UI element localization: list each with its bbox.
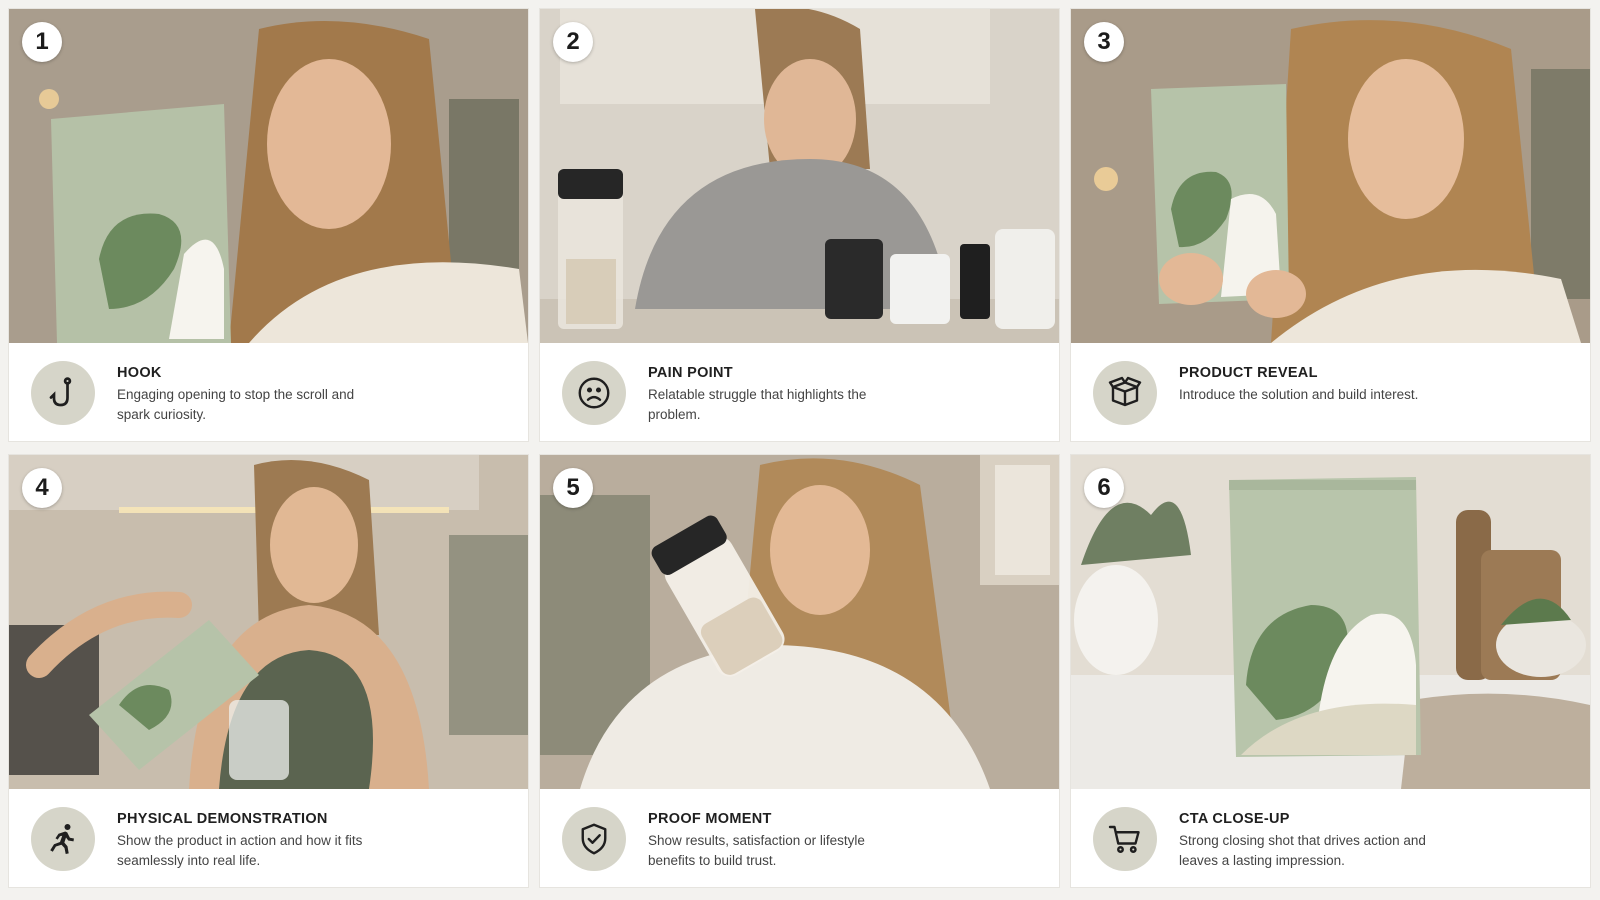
step-card-pain-point: 2 PAIN POINT Relatable struggle that hig…: [539, 8, 1060, 442]
step-card-proof-moment: 5 PROOF MOMENT Show results, satisfactio…: [539, 454, 1060, 888]
step-number-badge: 6: [1084, 468, 1124, 508]
step-card-cta-close-up: 6 CTA CLOSE-UP Strong closing shot that …: [1070, 454, 1591, 888]
step-caption: PRODUCT REVEAL Introduce the solution an…: [1071, 343, 1590, 441]
physical-demonstration-photo: 4: [9, 455, 528, 789]
running-person-icon: [31, 807, 95, 871]
step-title: PAIN POINT: [648, 365, 733, 381]
step-title: CTA CLOSE-UP: [1179, 811, 1290, 827]
hook-photo: 1: [9, 9, 528, 343]
step-caption: PHYSICAL DEMONSTRATION Show the product …: [9, 789, 528, 887]
step-description: Introduce the solution and build interes…: [1179, 387, 1419, 402]
shopping-cart-icon: [1093, 807, 1157, 871]
step-card-physical-demonstration: 4 PHYSICAL DEMONSTRATION Show the produc…: [8, 454, 529, 888]
step-number-badge: 1: [22, 22, 62, 62]
step-caption: PAIN POINT Relatable struggle that highl…: [540, 343, 1059, 441]
step-number-badge: 5: [553, 468, 593, 508]
step-number-badge: 3: [1084, 22, 1124, 62]
step-title: PHYSICAL DEMONSTRATION: [117, 811, 328, 827]
step-description: Show the product in action and how it fi…: [117, 833, 363, 868]
hook-icon: [31, 361, 95, 425]
storyboard-grid: 1 HOOK Engaging opening to stop the scro…: [0, 0, 1600, 900]
step-number-badge: 2: [553, 22, 593, 62]
step-caption: HOOK Engaging opening to stop the scroll…: [9, 343, 528, 441]
step-card-hook: 1 HOOK Engaging opening to stop the scro…: [8, 8, 529, 442]
step-caption: CTA CLOSE-UP Strong closing shot that dr…: [1071, 789, 1590, 887]
pain-point-photo: 2: [540, 9, 1059, 343]
step-description: Strong closing shot that drives action a…: [1179, 833, 1426, 868]
step-description: Engaging opening to stop the scroll and …: [117, 387, 355, 422]
step-number-badge: 4: [22, 468, 62, 508]
proof-moment-photo: 5: [540, 455, 1059, 789]
step-description: Relatable struggle that highlights the p…: [648, 387, 867, 422]
step-caption: PROOF MOMENT Show results, satisfaction …: [540, 789, 1059, 887]
cta-close-up-photo: 6: [1071, 455, 1590, 789]
shield-check-icon: [562, 807, 626, 871]
step-title: PRODUCT REVEAL: [1179, 365, 1318, 381]
step-card-product-reveal: 3 PRODUCT REVEAL Introduce the solution …: [1070, 8, 1591, 442]
step-description: Show results, satisfaction or lifestyle …: [648, 833, 865, 868]
product-reveal-photo: 3: [1071, 9, 1590, 343]
step-title: HOOK: [117, 365, 162, 381]
sad-face-icon: [562, 361, 626, 425]
box-icon: [1093, 361, 1157, 425]
step-title: PROOF MOMENT: [648, 811, 772, 827]
